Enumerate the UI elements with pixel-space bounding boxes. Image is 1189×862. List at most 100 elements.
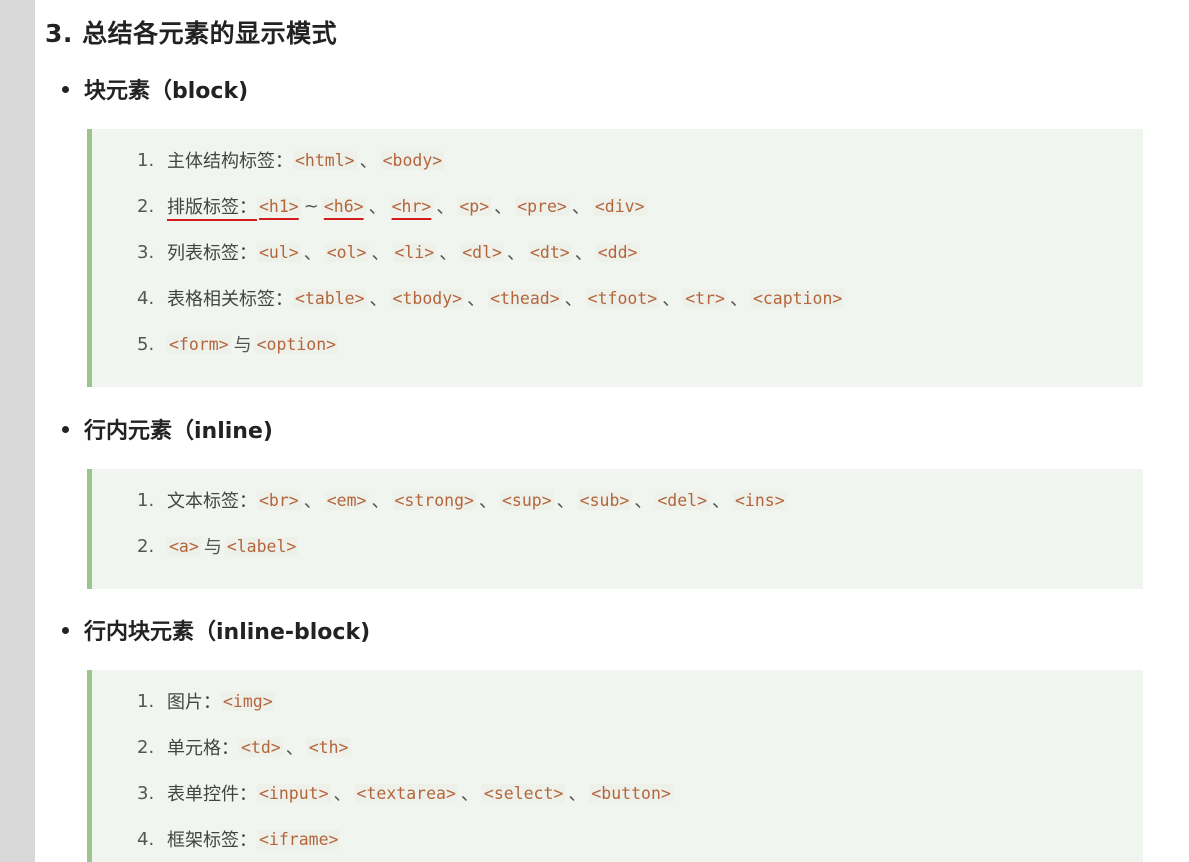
separator: 、 [712, 491, 730, 512]
list-item: 4. 框架标签： <iframe> [137, 824, 341, 854]
tag-code-underlined: <h6> [321, 196, 366, 216]
tag-code: <label> [224, 536, 299, 556]
list-item: 2. <a> 与 <label> [137, 531, 299, 561]
tag-code: <dd> [595, 242, 640, 262]
item-number: 3. [137, 241, 155, 263]
separator: 、 [460, 784, 479, 805]
code-block-block: 1. 主体结构标签： <html> 、 <body> 2. 排版标签： <h1>… [87, 129, 1143, 387]
separator: ~ [303, 195, 319, 217]
separator: 、 [556, 491, 575, 512]
separator: 、 [571, 197, 590, 218]
tag-code: <li> [392, 242, 437, 262]
separator: 、 [729, 289, 748, 310]
separator: 、 [568, 784, 587, 805]
tag-code: <tfoot> [585, 288, 660, 308]
list-item: 3. 列表标签： <ul> 、 <ol> 、 <li> 、 <dl> 、 <dt… [137, 237, 640, 267]
section-title: 3. 总结各元素的显示模式 [45, 19, 338, 48]
tag-code: <option> [254, 334, 339, 354]
separator: 、 [368, 197, 387, 218]
separator: 、 [303, 243, 322, 264]
list-item: 2. 单元格： <td> 、 <th> [137, 732, 351, 762]
separator: 、 [285, 738, 304, 759]
tag-code: <ul> [257, 242, 301, 262]
separator: 、 [333, 784, 352, 805]
separator: 、 [478, 491, 497, 512]
separator: 与 [203, 537, 222, 558]
tag-code: <tr> [683, 288, 727, 308]
bullet-dot [62, 85, 69, 93]
separator: 、 [494, 197, 513, 218]
tag-code: <img> [221, 691, 275, 711]
tag-code: <body> [380, 150, 445, 170]
list-item: 1. 主体结构标签： <html> 、 <body> [137, 145, 445, 175]
tag-code: <a> [167, 536, 201, 556]
separator: 、 [574, 243, 593, 264]
separator: 、 [634, 491, 653, 512]
separator: 、 [662, 289, 681, 310]
list-item: 4. 表格相关标签： <table> 、 <tbody> 、 <thead> 、… [137, 283, 845, 313]
separator: 、 [371, 243, 390, 264]
item-label: 单元格： [167, 738, 239, 759]
tag-code: <thead> [488, 288, 562, 308]
tag-code: <del> [655, 490, 709, 510]
list-item: 1. 图片： <img> [137, 686, 275, 716]
bullet-dot [62, 626, 69, 634]
item-label: 表单控件： [167, 784, 257, 805]
item-number: 4. [137, 287, 155, 309]
item-number: 2. [137, 535, 155, 557]
list-item: 5. <form> 与 <option> [137, 329, 339, 359]
tag-code: <em> [324, 490, 369, 510]
heading-inline-block: 行内块元素（inline-block) [84, 620, 371, 645]
tag-code: <form> [167, 334, 231, 354]
item-label: 主体结构标签： [167, 151, 293, 172]
item-number: 1. [137, 690, 155, 712]
item-number: 1. [137, 489, 155, 511]
item-number: 4. [137, 828, 155, 850]
heading-inline: 行内元素（inline) [84, 419, 273, 444]
tag-code: <table> [293, 288, 367, 308]
tag-code: <td> [239, 737, 283, 757]
separator: 、 [467, 289, 486, 310]
tag-code: <th> [306, 737, 351, 757]
tag-code: <sup> [499, 490, 554, 510]
item-number: 5. [137, 333, 155, 355]
item-label: 列表标签： [167, 243, 257, 264]
heading-block: 块元素（block) [84, 79, 249, 104]
bullet-inline-block: 行内块元素（inline-block) [62, 614, 370, 646]
item-label: 文本标签： [167, 491, 257, 512]
tag-code: <div> [592, 196, 647, 216]
tag-code: <input> [257, 783, 331, 803]
separator: 、 [436, 197, 455, 218]
separator: 、 [564, 289, 583, 310]
separator: 、 [507, 243, 525, 264]
separator: 、 [439, 243, 458, 264]
tag-code: <p> [457, 196, 492, 216]
tag-code: <br> [257, 490, 301, 510]
tag-code: <html> [293, 150, 357, 170]
tag-code: <sub> [577, 490, 632, 510]
list-item: 2. 排版标签： <h1> ~ <h6> 、 <hr> 、 <p> 、 <pre… [137, 191, 647, 221]
item-label: 图片： [167, 692, 221, 713]
tag-code-underlined: <h1> [257, 196, 301, 216]
tag-code: <ol> [324, 242, 369, 262]
item-label-underlined: 排版标签： [167, 197, 257, 218]
tag-code: <strong> [392, 490, 476, 510]
separator: 、 [303, 491, 322, 512]
tag-code: <button> [589, 783, 673, 803]
tag-code: <dl> [460, 242, 504, 262]
tag-code: <select> [481, 783, 566, 803]
bullet-block: 块元素（block) [62, 73, 248, 105]
separator: 、 [359, 151, 378, 172]
list-item: 3. 表单控件： <input> 、 <textarea> 、 <select>… [137, 778, 673, 808]
tag-code: <iframe> [257, 829, 341, 849]
tag-code: <tbody> [390, 288, 465, 308]
item-number: 3. [137, 782, 155, 804]
list-item: 1. 文本标签： <br> 、 <em> 、 <strong> 、 <sup> … [137, 485, 787, 515]
tag-code: <dt> [528, 242, 572, 262]
code-block-inline-block: 1. 图片： <img> 2. 单元格： <td> 、 <th> 3. 表单控件… [87, 670, 1143, 862]
item-number: 2. [137, 736, 155, 758]
tag-code: <ins> [733, 490, 787, 510]
tag-code-underlined: <hr> [389, 196, 434, 216]
separator: 与 [233, 335, 252, 356]
item-label: 表格相关标签： [167, 289, 293, 310]
